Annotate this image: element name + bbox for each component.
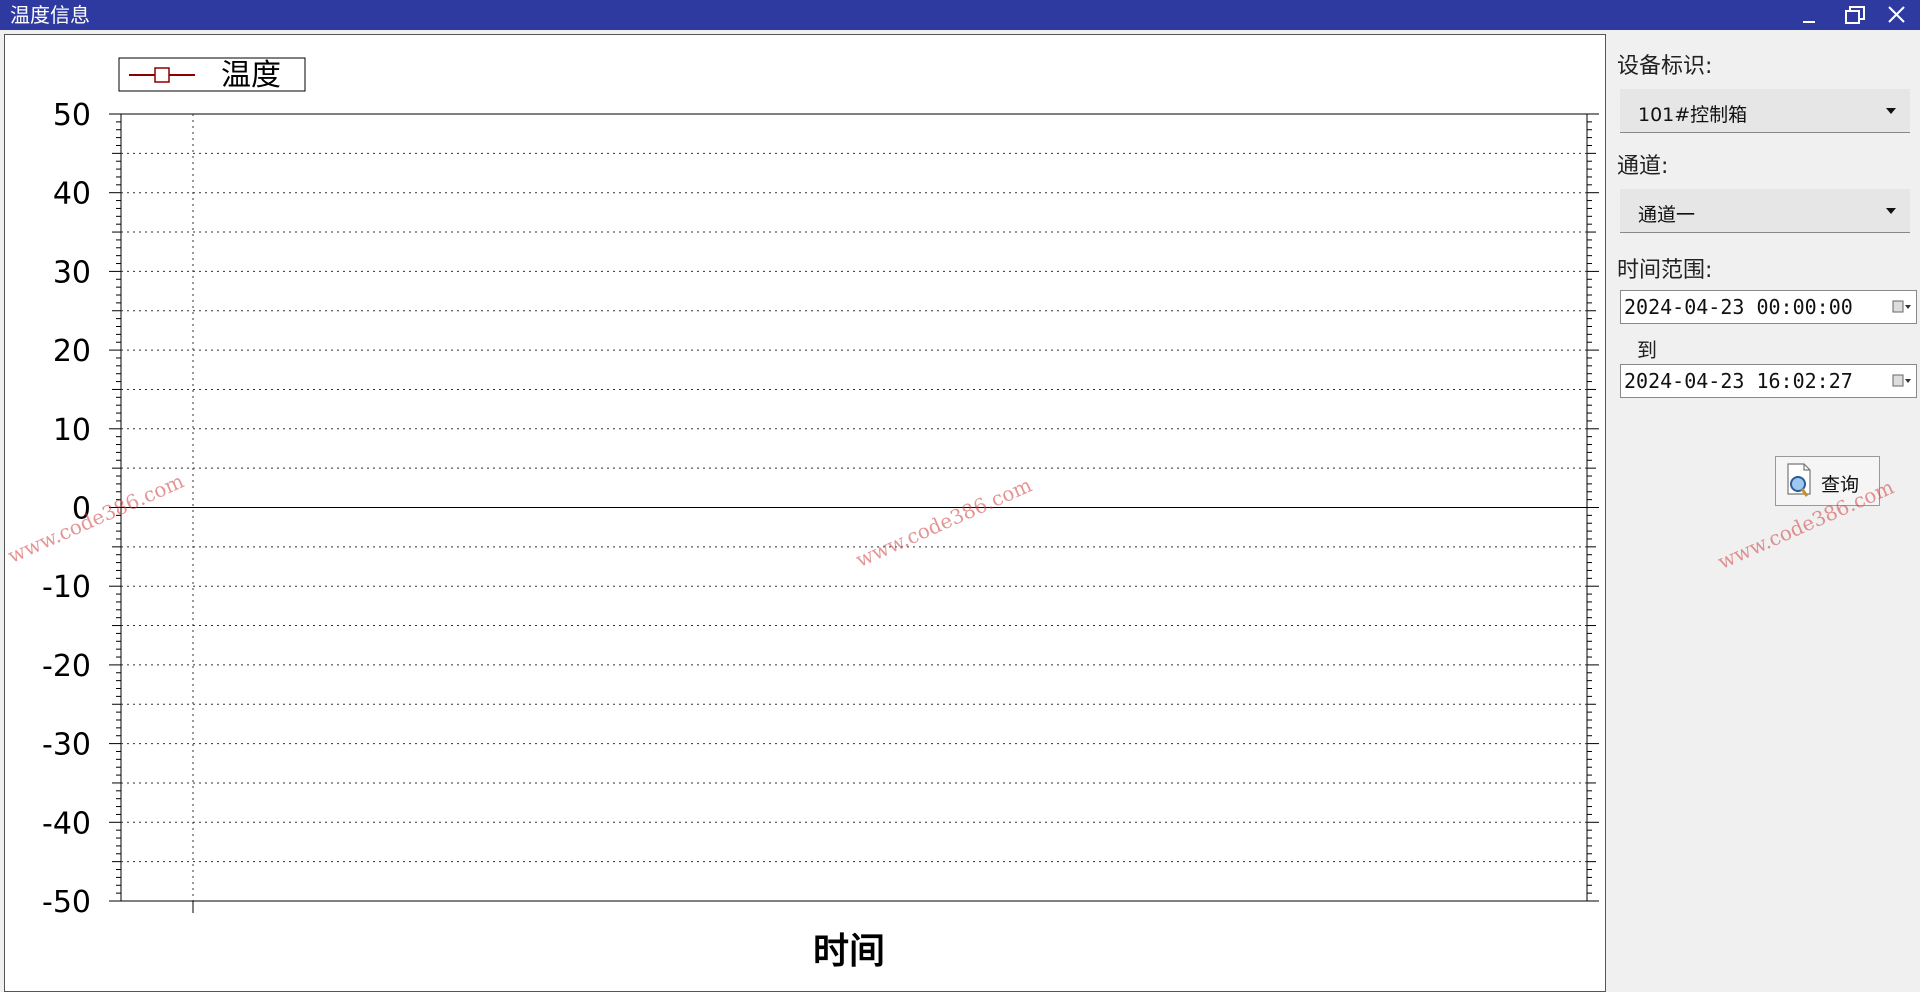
channel-select-value: 通道一 — [1638, 204, 1696, 226]
y-tick-label: 20 — [53, 334, 91, 369]
y-tick-label: 50 — [53, 98, 91, 133]
minimize-icon — [1803, 21, 1815, 23]
y-tick-label: -30 — [42, 728, 91, 763]
time-range-label: 时间范围: — [1617, 258, 1713, 283]
channel-select[interactable]: 通道一 — [1620, 189, 1910, 233]
calendar-dropdown-icon[interactable] — [1892, 373, 1912, 389]
y-tick-label: 40 — [53, 177, 91, 212]
start-time-value: 2024-04-23 00:00:00 — [1624, 295, 1853, 319]
x-axis-label: 时间 — [813, 931, 885, 972]
end-time-picker[interactable]: 2024-04-23 16:02:27 — [1620, 364, 1917, 398]
restore-button[interactable] — [1834, 0, 1874, 30]
legend-marker — [154, 67, 170, 83]
temperature-chart: 50403020100-10-20-30-40-50 温度 时间 — [42, 57, 1599, 972]
y-tick-label: -40 — [42, 806, 91, 841]
y-tick-label: -10 — [42, 570, 91, 605]
y-tick-label: 10 — [53, 413, 91, 448]
chevron-down-icon — [1886, 108, 1896, 114]
close-button[interactable] — [1876, 0, 1916, 30]
to-label: 到 — [1637, 338, 1657, 362]
start-time-picker[interactable]: 2024-04-23 00:00:00 — [1620, 290, 1917, 324]
calendar-dropdown-icon[interactable] — [1892, 299, 1912, 315]
y-tick-label: 30 — [53, 255, 91, 290]
device-select-value: 101#控制箱 — [1638, 104, 1748, 126]
search-document-icon — [1787, 463, 1811, 497]
close-icon — [1888, 6, 1905, 23]
legend: 温度 — [118, 57, 306, 93]
legend-label: 温度 — [221, 58, 281, 93]
chevron-down-icon — [1886, 208, 1896, 214]
end-time-value: 2024-04-23 16:02:27 — [1624, 369, 1853, 393]
chart-panel: 50 40 30 20 10 0 -10 -20 -30 -40 -50 温度 时间 — [4, 34, 1606, 992]
y-axis-ticks: 50403020100-10-20-30-40-50 — [42, 98, 91, 920]
channel-label: 通道: — [1617, 154, 1669, 179]
device-label: 设备标识: — [1617, 54, 1713, 79]
restore-icon — [1845, 6, 1865, 24]
title-bar: 温度信息 — [0, 0, 1920, 30]
minimize-button[interactable] — [1790, 0, 1830, 30]
window-title: 温度信息 — [10, 3, 90, 27]
y-tick-label: -50 — [42, 885, 91, 920]
device-select[interactable]: 101#控制箱 — [1620, 89, 1910, 133]
y-tick-label: -20 — [42, 649, 91, 684]
query-sidebar: 设备标识: 101#控制箱 通道: 通道一 时间范围: 2024-04-23 0… — [1612, 34, 1920, 992]
